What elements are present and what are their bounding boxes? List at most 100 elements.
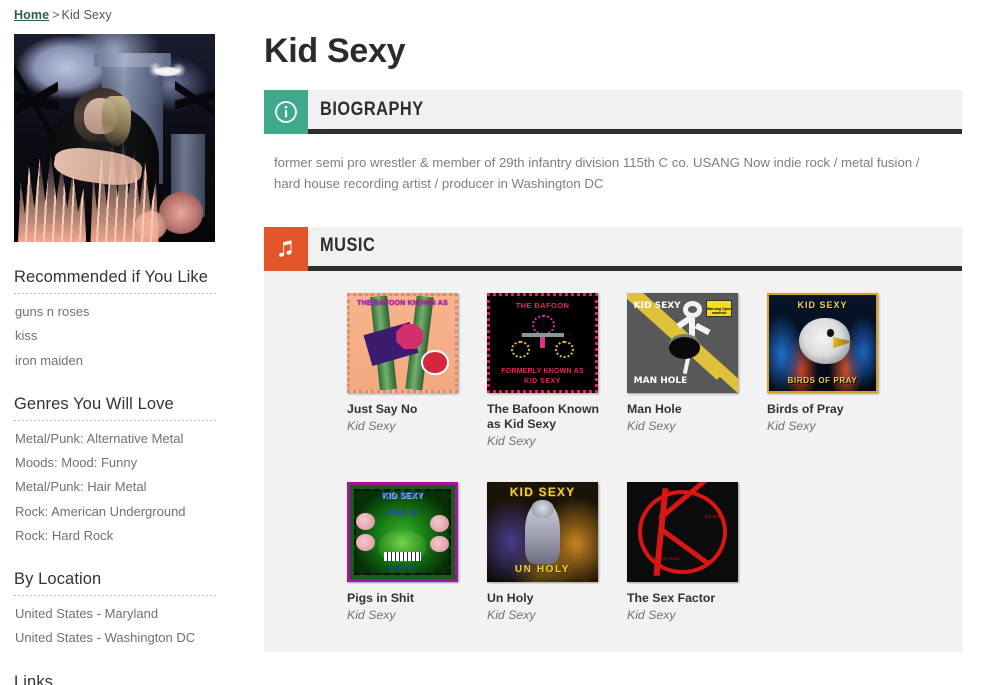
album-art-just-say-no[interactable]: THE BAFOON KNOWN AS <box>347 292 458 393</box>
album-card-birds-of-pray[interactable]: KID SEXY BIRDS OF PRAY Birds of Pray Kid… <box>767 292 907 448</box>
album-card-man-hole[interactable]: KID SEXY MAN HOLE Warning Open manhole M… <box>627 292 767 448</box>
art-shape <box>669 336 701 359</box>
album-card-the-bafoon-known-as-kid-sexy[interactable]: THE BAFOON FORMERLY KNOWN AS KID SEXY Th… <box>487 292 627 448</box>
album-caption: The Sex Factor Kid Sexy <box>627 591 745 622</box>
divider <box>14 419 216 421</box>
album-title[interactable]: Just Say No <box>347 402 465 417</box>
art-shape <box>521 333 564 338</box>
music-panel: MUSIC THE BAFOON KNOWN AS Just Say No Ki… <box>264 226 962 652</box>
album-art-caption-2: The Sex Factor <box>649 555 680 561</box>
album-title[interactable]: The Sex Factor <box>627 591 745 606</box>
album-art-the-bafoon[interactable]: THE BAFOON FORMERLY KNOWN AS KID SEXY <box>487 292 598 393</box>
sidebar-heading-recommended: Recommended if You Like <box>14 268 209 286</box>
album-art-caption-2: FORMERLY KNOWN AS <box>501 367 584 375</box>
album-title[interactable]: Pigs in Shit <box>347 591 465 606</box>
breadcrumb-separator: > <box>52 8 60 22</box>
sidebar-section-recommended: Recommended if You Like guns n roses kis… <box>14 268 216 373</box>
artist-page: Home > Kid Sexy Recommended if You Like gu… <box>0 0 993 685</box>
sidebar-item-location-1[interactable]: United States - Washington DC <box>14 626 216 650</box>
album-artist[interactable]: Kid Sexy <box>347 608 465 622</box>
sidebar: Recommended if You Like guns n roses kis… <box>14 34 216 685</box>
album-card-pigs-in-shit[interactable]: KID SEXY PIGS IN SHIT Pigs in Shit Kid S… <box>347 481 487 622</box>
album-title[interactable]: The Bafoon Known as Kid Sexy <box>487 402 605 432</box>
sidebar-item-recommended-0[interactable]: guns n roses <box>14 300 216 324</box>
page-title: Kid Sexy <box>264 32 406 70</box>
album-artist[interactable]: Kid Sexy <box>627 608 745 622</box>
artist-photo <box>14 34 215 242</box>
divider <box>14 595 216 596</box>
album-artist[interactable]: Kid Sexy <box>487 434 605 448</box>
album-row: THE BAFOON KNOWN AS Just Say No Kid Sexy… <box>264 292 962 448</box>
album-art-pigs-in-shit[interactable]: KID SEXY PIGS IN SHIT <box>347 481 458 582</box>
music-panel-title: MUSIC <box>320 235 376 257</box>
sidebar-item-genre-2[interactable]: Metal/Punk: Hair Metal <box>14 475 216 499</box>
biography-text: former semi pro wrestler & member of 29t… <box>274 155 920 192</box>
album-caption: Pigs in Shit Kid Sexy <box>347 591 465 622</box>
album-artist[interactable]: Kid Sexy <box>347 419 465 433</box>
album-art-caption-2: BIRDS OF PRAY <box>787 376 858 386</box>
sidebar-item-location-0[interactable]: United States - Maryland <box>14 602 216 626</box>
sidebar-section-links: Links myspace <box>14 673 216 685</box>
photo-person-hair-front <box>102 96 131 147</box>
sidebar-heading-links: Links <box>14 672 54 685</box>
music-album-grid: THE BAFOON KNOWN AS Just Say No Kid Sexy… <box>264 270 962 652</box>
biography-panel-title: BIOGRAPHY <box>320 98 424 120</box>
album-artist[interactable]: Kid Sexy <box>767 419 885 433</box>
sidebar-heading-genres: Genres You Will Love <box>14 394 174 413</box>
album-card-un-holy[interactable]: KID SEXY UN HOLY Un Holy Kid Sexy <box>487 481 627 622</box>
breadcrumb: Home > Kid Sexy <box>14 8 112 22</box>
art-shape <box>694 322 712 336</box>
album-artist[interactable]: Kid Sexy <box>627 419 745 433</box>
sidebar-item-recommended-1[interactable]: kiss <box>14 324 216 348</box>
art-shape <box>555 340 574 358</box>
album-caption: Just Say No Kid Sexy <box>347 402 465 433</box>
sidebar-heading-location: By Location <box>14 570 102 588</box>
sidebar-item-genre-4[interactable]: Rock: Hard Rock <box>14 524 216 548</box>
album-art-caption-3: KID SEXY <box>524 378 561 386</box>
album-title[interactable]: Un Holy <box>487 591 605 606</box>
album-art-the-sex-factor[interactable]: Kid Sexy The Sex Factor <box>627 481 738 582</box>
breadcrumb-current: Kid Sexy <box>61 8 112 22</box>
album-card-just-say-no[interactable]: THE BAFOON KNOWN AS Just Say No Kid Sexy <box>347 292 487 448</box>
album-row: KID SEXY PIGS IN SHIT Pigs in Shit Kid S… <box>264 481 962 622</box>
sidebar-item-genre-0[interactable]: Metal/Punk: Alternative Metal <box>14 427 216 451</box>
album-card-the-sex-factor[interactable]: Kid Sexy The Sex Factor The Sex Factor K… <box>627 481 767 622</box>
album-art-caption-3: SHIT <box>387 564 418 574</box>
music-panel-header: MUSIC <box>264 226 962 271</box>
album-caption: The Bafoon Known as Kid Sexy Kid Sexy <box>487 402 605 448</box>
album-art-un-holy[interactable]: KID SEXY UN HOLY <box>487 481 598 582</box>
music-note-icon <box>264 226 308 271</box>
album-art-caption: KID SEXY <box>633 300 681 311</box>
album-art-caption-2: MAN HOLE <box>633 376 688 387</box>
album-title[interactable]: Man Hole <box>627 402 745 417</box>
album-caption: Man Hole Kid Sexy <box>627 402 745 433</box>
album-art-warning-badge: Warning Open manhole <box>705 299 733 317</box>
album-artist[interactable]: Kid Sexy <box>487 608 605 622</box>
main-content: Kid Sexy BIOGRAPHY former semi pro wrest… <box>264 34 962 678</box>
album-art-caption-2: UN HOLY <box>514 563 571 575</box>
biography-panel: BIOGRAPHY former semi pro wrestler & mem… <box>264 90 962 201</box>
album-art-caption: THE BAFOON KNOWN AS <box>357 299 448 307</box>
art-shape <box>429 535 449 553</box>
info-circle-icon <box>264 90 308 134</box>
art-shape <box>531 499 554 518</box>
album-art-caption: KID SEXY <box>797 299 848 310</box>
art-shape <box>396 323 424 350</box>
album-art-caption: THE BAFOON <box>515 301 570 311</box>
album-art-caption: Kid Sexy <box>704 513 723 519</box>
album-title[interactable]: Birds of Pray <box>767 402 885 417</box>
album-art-caption: KID SEXY <box>381 491 424 501</box>
album-art-birds-of-pray[interactable]: KID SEXY BIRDS OF PRAY <box>767 292 878 393</box>
art-shape <box>532 314 556 336</box>
sidebar-item-genre-3[interactable]: Rock: American Underground <box>14 500 216 524</box>
album-art-caption: KID SEXY <box>509 484 576 499</box>
album-art-man-hole[interactable]: KID SEXY MAN HOLE Warning Open manhole <box>627 292 738 393</box>
sidebar-item-genre-1[interactable]: Moods: Mood: Funny <box>14 451 216 475</box>
art-shape <box>511 340 530 358</box>
sidebar-item-recommended-2[interactable]: iron maiden <box>14 349 216 373</box>
sidebar-section-location: By Location United States - Maryland Uni… <box>14 570 216 651</box>
art-shape <box>682 300 703 318</box>
photo-bird <box>142 54 191 89</box>
art-shape <box>383 552 422 561</box>
breadcrumb-home-link[interactable]: Home <box>14 8 49 22</box>
